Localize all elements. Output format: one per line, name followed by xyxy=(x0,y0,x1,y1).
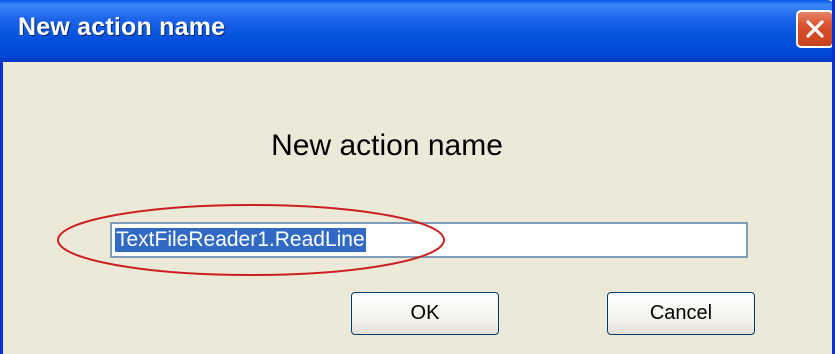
title-bar[interactable]: New action name xyxy=(0,0,832,62)
action-name-input[interactable]: TextFileReader1.ReadLine xyxy=(110,222,748,258)
window-title: New action name xyxy=(18,13,226,41)
action-name-selected-text: TextFileReader1.ReadLine xyxy=(115,228,366,252)
ok-button[interactable]: OK xyxy=(351,292,499,335)
close-icon xyxy=(806,20,824,38)
dialog-heading: New action name xyxy=(271,129,503,162)
cancel-button[interactable]: Cancel xyxy=(607,292,755,335)
close-button[interactable] xyxy=(796,10,832,48)
dialog-body: New action name TextFileReader1.ReadLine… xyxy=(0,62,832,354)
dialog-window: New action name New action name TextFile… xyxy=(0,0,835,354)
